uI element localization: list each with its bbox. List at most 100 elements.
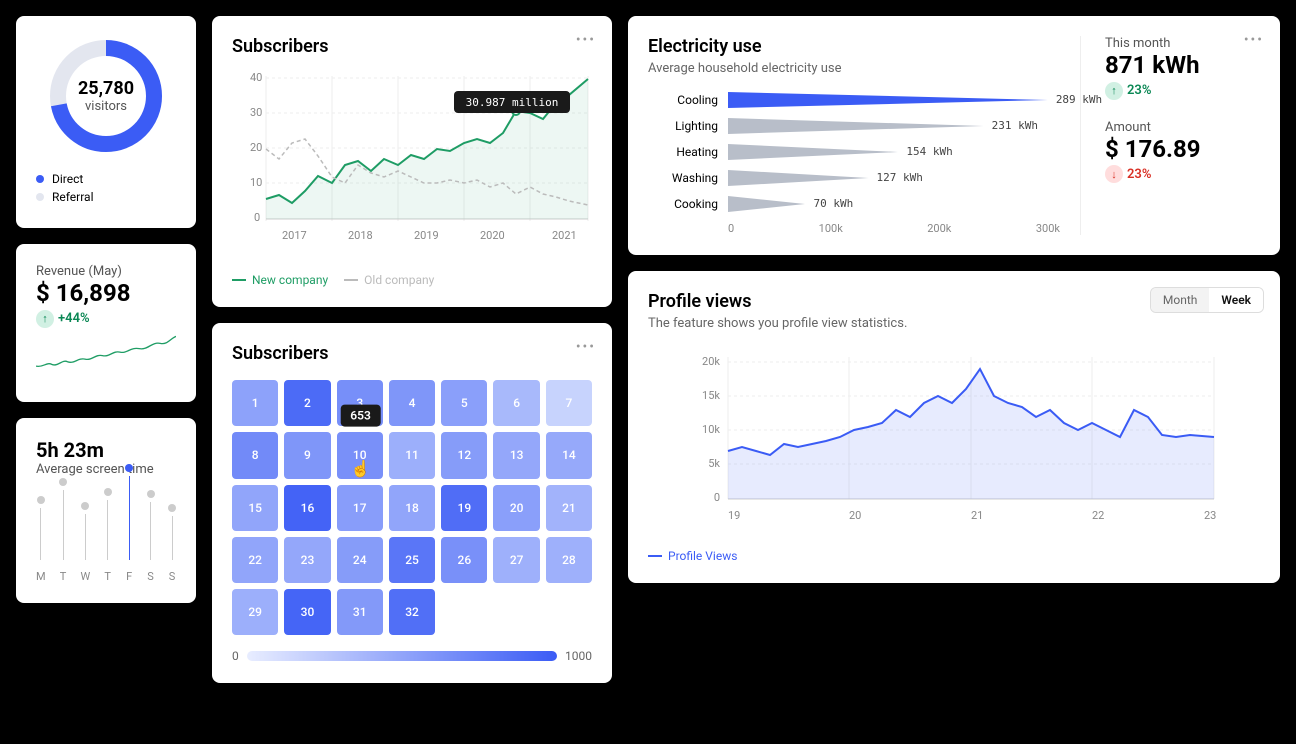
screen-time-label: Average screen time <box>36 462 176 477</box>
day-pin[interactable]: S <box>168 504 176 583</box>
subscribers-line-chart: 403020100 30.987 million 201720182019202… <box>232 61 592 261</box>
heatmap-cell[interactable]: 16 <box>284 485 330 531</box>
dot-icon <box>36 193 44 201</box>
heatmap-cell[interactable]: 1 <box>232 380 278 426</box>
heatmap-cell[interactable]: 32 <box>389 589 435 635</box>
electricity-subtitle: Average household electricity use <box>648 61 1060 76</box>
row-value: 127 kWh <box>877 171 923 184</box>
profile-views-card: Month Week Profile views The feature sho… <box>628 271 1280 583</box>
profile-views-chart: 20k15k10k5k0 1920212223 <box>648 347 1260 537</box>
visitors-legend: Direct Referral <box>36 168 176 208</box>
heatmap-cell[interactable]: 12 <box>441 432 487 478</box>
svg-text:19: 19 <box>728 509 740 522</box>
heatmap-cell[interactable]: 28 <box>546 537 592 583</box>
heatmap-cell[interactable]: 17 <box>337 485 383 531</box>
heatmap-cell[interactable]: 3 <box>337 380 383 426</box>
heatmap-cell[interactable]: 25 <box>389 537 435 583</box>
visitors-card: 25,780 visitors Direct Referral <box>16 16 196 228</box>
heatmap-cell[interactable]: 15 <box>232 485 278 531</box>
svg-text:0: 0 <box>714 491 720 504</box>
heatmap-cell[interactable]: 13 <box>493 432 539 478</box>
heatmap-cell[interactable]: 7 <box>546 380 592 426</box>
svg-text:23: 23 <box>1204 509 1216 522</box>
heatmap-cell[interactable]: 2 <box>284 380 330 426</box>
more-icon[interactable]: ••• <box>576 32 596 48</box>
row-label: Cooking <box>648 197 718 211</box>
screen-time-value: 5h 23m <box>36 438 176 462</box>
heatmap-cell[interactable]: 30 <box>284 589 330 635</box>
visitors-donut: 25,780 visitors <box>46 36 166 156</box>
dash-icon <box>232 279 246 281</box>
subscribers-line-title: Subscribers <box>232 36 592 57</box>
day-label: S <box>147 570 154 583</box>
electricity-row: Lighting 231 kWh <box>648 118 1060 134</box>
day-pin[interactable]: T <box>59 478 67 583</box>
pin-ball-icon <box>168 504 176 512</box>
revenue-title: Revenue (May) <box>36 264 176 279</box>
month-label: This month <box>1105 36 1260 51</box>
svg-text:30: 30 <box>250 106 262 119</box>
pin-ball-icon <box>59 478 67 486</box>
day-pin[interactable]: S <box>147 490 155 583</box>
svg-text:40: 40 <box>250 71 262 84</box>
heatmap-cell[interactable]: 8 <box>232 432 278 478</box>
heatmap-cell[interactable]: 9 <box>284 432 330 478</box>
heatmap-cell[interactable]: 18 <box>389 485 435 531</box>
day-pin[interactable]: W <box>80 502 90 583</box>
screen-time-chart: MTWTFSS <box>36 493 176 583</box>
svg-text:15k: 15k <box>702 389 720 402</box>
profile-legend: Profile Views <box>648 549 1260 563</box>
heatmap-cell[interactable]: 19 <box>441 485 487 531</box>
heatmap-cell[interactable]: 6 <box>493 380 539 426</box>
dot-icon <box>36 175 44 183</box>
heatmap-cell[interactable]: 5 <box>441 380 487 426</box>
visitors-label: visitors <box>85 99 127 114</box>
heatmap-cell[interactable]: 31 <box>337 589 383 635</box>
profile-subtitle: The feature shows you profile view stati… <box>648 316 1260 331</box>
toggle-month[interactable]: Month <box>1151 288 1209 312</box>
electricity-card: ••• Electricity use Average household el… <box>628 16 1280 255</box>
row-label: Lighting <box>648 119 718 133</box>
range-toggle[interactable]: Month Week <box>1150 287 1264 313</box>
electricity-row: Cooling289 kWh <box>648 92 1060 108</box>
heatmap-cell[interactable]: 20 <box>493 485 539 531</box>
heatmap-cell[interactable]: 4 <box>389 380 435 426</box>
heatmap-cell[interactable]: 29 <box>232 589 278 635</box>
toggle-week[interactable]: Week <box>1209 288 1263 312</box>
more-icon[interactable]: ••• <box>1244 32 1264 48</box>
day-label: M <box>36 570 46 583</box>
row-value: 289 kWh <box>1056 93 1102 106</box>
revenue-value: $ 16,898 <box>36 279 176 307</box>
day-label: F <box>126 570 132 583</box>
more-icon[interactable]: ••• <box>576 339 596 355</box>
heatmap-cell[interactable]: 22 <box>232 537 278 583</box>
arrow-down-icon: ↓ <box>1105 165 1123 183</box>
electricity-title: Electricity use <box>648 36 1060 57</box>
heatmap-cell[interactable]: 24 <box>337 537 383 583</box>
pin-ball-icon <box>104 488 112 496</box>
revenue-card: Revenue (May) $ 16,898 ↑+44% <box>16 244 196 402</box>
row-label: Cooling <box>648 93 718 107</box>
svg-text:2020: 2020 <box>480 229 505 242</box>
row-value: 70 kWh <box>813 197 853 210</box>
row-value: 154 kWh <box>906 145 952 158</box>
heatmap-cell[interactable]: 27 <box>493 537 539 583</box>
subscribers-heatmap[interactable]: 12345678910653☝1112131415161718192021222… <box>232 380 592 635</box>
heatmap-cell[interactable]: 14 <box>546 432 592 478</box>
revenue-delta: ↑+44% <box>36 310 90 328</box>
heatmap-cell[interactable]: 23 <box>284 537 330 583</box>
cursor-icon: ☝ <box>351 459 371 478</box>
day-pin[interactable]: M <box>36 496 46 583</box>
svg-text:2021: 2021 <box>552 229 577 242</box>
svg-text:21: 21 <box>971 509 983 522</box>
heatmap-scale: 0 1000 <box>232 649 592 663</box>
day-pin[interactable]: F <box>125 464 133 583</box>
heatmap-cell[interactable]: 26 <box>441 537 487 583</box>
day-label: T <box>60 570 67 583</box>
heatmap-cell[interactable]: 11 <box>389 432 435 478</box>
day-pin[interactable]: T <box>104 488 112 583</box>
row-value: 231 kWh <box>992 119 1038 132</box>
svg-text:20: 20 <box>250 141 262 154</box>
svg-text:20: 20 <box>849 509 861 522</box>
heatmap-cell[interactable]: 21 <box>546 485 592 531</box>
